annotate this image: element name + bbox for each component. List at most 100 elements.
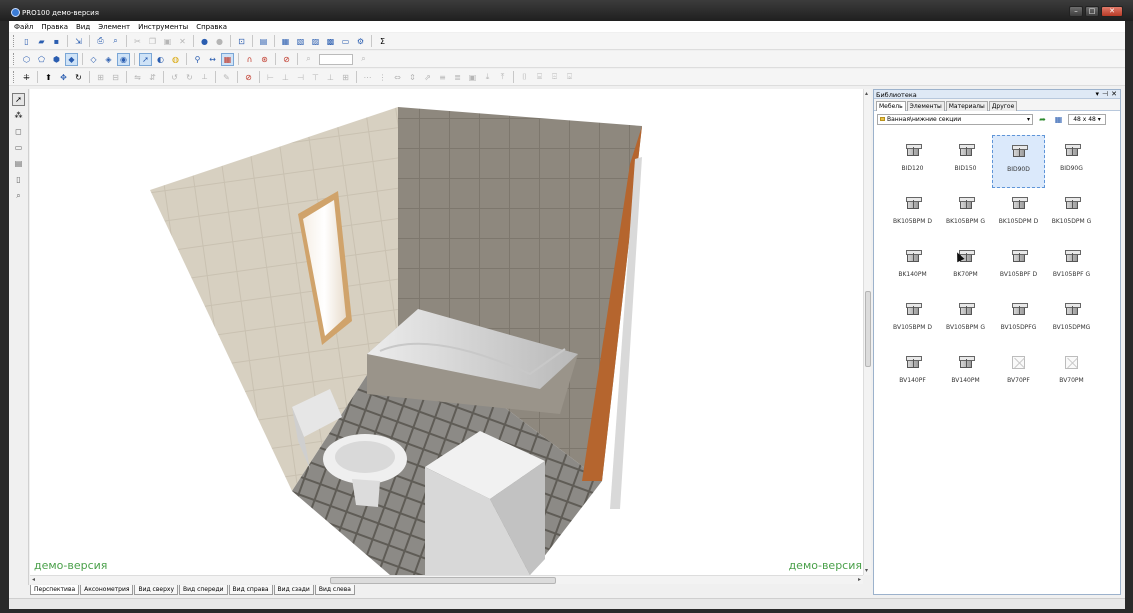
tab-front-view[interactable]: Вид спереди [179, 585, 228, 595]
view-single-icon[interactable]: ▭ [339, 35, 352, 48]
measure-icon[interactable]: ⚲ [191, 53, 204, 66]
distribute-h-icon[interactable]: ⋯ [361, 71, 374, 84]
report-icon[interactable]: ▤ [257, 35, 270, 48]
move-icon[interactable]: ✥ [57, 71, 70, 84]
align-wall-icon[interactable]: ⌷ [518, 71, 531, 84]
menu-element[interactable]: Элемент [98, 23, 130, 31]
align-center-icon[interactable]: ⊥ [279, 71, 292, 84]
library-item[interactable]: BV105DPMG [1045, 294, 1098, 347]
drop-icon[interactable]: ⤓ [481, 71, 494, 84]
horizontal-scroll-thumb[interactable] [330, 577, 556, 584]
align-top-icon[interactable]: ⊤ [309, 71, 322, 84]
3d-viewport[interactable]: демо-версия демо-версия [30, 89, 863, 575]
library-item[interactable]: BV105DPFG [992, 294, 1045, 347]
sum-icon[interactable]: Σ [376, 35, 389, 48]
tab-perspective[interactable]: Перспектива [30, 585, 80, 595]
redo-icon[interactable]: ● [213, 35, 226, 48]
library-item[interactable]: BV140PF [886, 347, 939, 400]
ungroup-icon[interactable]: ⊟ [109, 71, 122, 84]
wireframe-icon[interactable]: ⬡ [20, 53, 33, 66]
view-split-icon[interactable]: ▩ [324, 35, 337, 48]
menu-view[interactable]: Вид [76, 23, 90, 31]
library-item[interactable]: BID120 [886, 135, 939, 188]
camera-tool-icon[interactable]: ⌕ [12, 189, 25, 202]
rotate-right-icon[interactable]: ↻ [183, 71, 196, 84]
tab-back-view[interactable]: Вид сзади [273, 585, 314, 595]
go-up-icon[interactable]: ➦ [1036, 113, 1049, 126]
library-item[interactable]: BK105BPM D [886, 188, 939, 241]
pin-icon[interactable]: ⊣ [1102, 90, 1108, 98]
properties-icon[interactable]: ⊡ [235, 35, 248, 48]
vertical-scroll-thumb[interactable] [865, 291, 871, 367]
collision-icon[interactable]: ⊘ [280, 53, 293, 66]
align-left-icon[interactable]: ⊢ [264, 71, 277, 84]
close-button[interactable]: ✕ [1101, 6, 1123, 17]
library-item[interactable]: BID90G [1045, 135, 1098, 188]
tab-elements[interactable]: Элементы [906, 101, 945, 111]
grid-snap-icon[interactable]: ⁜ [20, 71, 33, 84]
move-up-icon[interactable]: ⬆ [42, 71, 55, 84]
flip-h-icon[interactable]: ⇋ [131, 71, 144, 84]
same-width-icon[interactable]: ⇔ [391, 71, 404, 84]
view-mode-icon[interactable]: ▦ [1052, 113, 1065, 126]
realistic-icon[interactable]: ◉ [117, 52, 130, 66]
new-file-icon[interactable]: ▯ [20, 35, 33, 48]
tab-axonometry[interactable]: Аксонометрия [80, 585, 134, 595]
rotate-left-icon[interactable]: ↺ [168, 71, 181, 84]
export-icon[interactable]: ⇲ [72, 35, 85, 48]
library-item[interactable]: BK70PM [939, 241, 992, 294]
menu-edit[interactable]: Правка [41, 23, 68, 31]
pointer-icon[interactable]: ➚ [12, 93, 25, 106]
snap-icon[interactable]: ⊛ [258, 53, 271, 66]
dimension-icon[interactable]: ↔ [206, 53, 219, 66]
menu-help[interactable]: Справка [196, 23, 227, 31]
library-item[interactable]: BV105BPF G [1045, 241, 1098, 294]
undo-icon[interactable]: ● [198, 35, 211, 48]
shelf-tool-icon[interactable]: ▤ [12, 157, 25, 170]
distribute-v-icon[interactable]: ⋮ [376, 71, 389, 84]
tab-top-view[interactable]: Вид сверху [134, 585, 178, 595]
fit-icon[interactable]: ▣ [466, 71, 479, 84]
copy-icon[interactable]: ❐ [146, 35, 159, 48]
library-item[interactable]: BID150 [939, 135, 992, 188]
paste-icon[interactable]: ▣ [161, 35, 174, 48]
zoom-input[interactable] [319, 53, 353, 65]
library-item[interactable]: BK105BPM G [939, 188, 992, 241]
flip-v-icon[interactable]: ⇵ [146, 71, 159, 84]
view-window-icon[interactable]: ▨ [309, 35, 322, 48]
tab-other[interactable]: Другое [988, 101, 1018, 111]
minimize-button[interactable]: – [1069, 6, 1083, 17]
toolbar-grip[interactable] [13, 35, 16, 47]
library-item[interactable]: BK105DPM D [992, 188, 1045, 241]
tab-right-view[interactable]: Вид справа [228, 585, 273, 595]
align-floor-icon[interactable]: ⌸ [533, 71, 546, 84]
same-depth-icon[interactable]: ⇗ [421, 71, 434, 84]
same-height-icon[interactable]: ⇕ [406, 71, 419, 84]
lift-icon[interactable]: ⤒ [496, 71, 509, 84]
spread-icon[interactable]: ≣ [451, 71, 464, 84]
shaded-icon[interactable]: ⬢ [50, 53, 63, 66]
panel-menu-icon[interactable]: ▾ [1096, 90, 1100, 98]
group-icon[interactable]: ⊞ [94, 71, 107, 84]
outline-icon[interactable]: ⬠ [35, 53, 48, 66]
transparent-icon[interactable]: ◇ [87, 53, 100, 66]
panel-close-icon[interactable]: ✕ [1111, 90, 1117, 98]
scroll-left-icon[interactable]: ◂ [32, 576, 35, 583]
library-item[interactable]: BV140PM [939, 347, 992, 400]
library-item[interactable]: BV105BPM G [939, 294, 992, 347]
edges-icon[interactable]: ◈ [102, 53, 115, 66]
align-middle-icon[interactable]: ⊞ [339, 71, 352, 84]
library-item[interactable]: BK140PM [886, 241, 939, 294]
library-path-select[interactable]: Ванная\нижние секции ▾ [877, 113, 1033, 125]
open-folder-icon[interactable]: ▰ [35, 35, 48, 48]
stack-icon[interactable]: ≡ [436, 71, 449, 84]
align-edge-icon[interactable]: ⌺ [563, 71, 576, 84]
viewport-vertical-scrollbar[interactable]: ▴ ▾ [863, 89, 871, 575]
textured-icon[interactable]: ◆ [65, 52, 78, 66]
library-item[interactable]: BID90D [992, 135, 1045, 188]
align-ceiling-icon[interactable]: ⌹ [548, 71, 561, 84]
material-icon[interactable]: ◐ [154, 53, 167, 66]
toolbar-grip[interactable] [13, 53, 16, 65]
library-item[interactable]: BV70PM [1045, 347, 1098, 400]
panel-tool-icon[interactable]: ▭ [12, 141, 25, 154]
